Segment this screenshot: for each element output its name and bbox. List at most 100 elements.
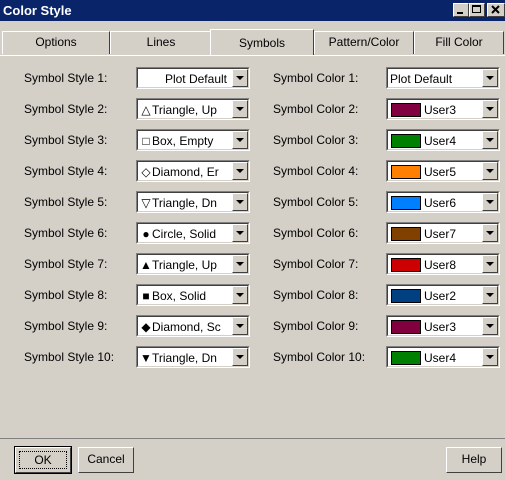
symbol-color-9-select[interactable]: User3 — [386, 315, 500, 337]
tab-lines[interactable]: Lines — [110, 31, 212, 54]
bottom-divider — [0, 438, 505, 439]
symbol-style-9-value: ◆Diamond, Sc — [140, 319, 230, 335]
symbol-color-4-dropdown-arrow-icon[interactable] — [482, 162, 498, 180]
cancel-button[interactable]: Cancel — [78, 447, 134, 473]
symbol-color-3-select[interactable]: User4 — [386, 129, 500, 151]
symbol-style-3-glyph-icon: □ — [142, 134, 150, 148]
symbol-color-10-label: Symbol Color 10: — [273, 350, 366, 364]
symbol-style-5-dropdown-arrow-icon[interactable] — [232, 193, 248, 211]
symbol-color-8-dropdown-arrow-icon[interactable] — [482, 286, 498, 304]
symbol-style-4-dropdown-arrow-icon[interactable] — [232, 162, 248, 180]
tab-symbols[interactable]: Symbols — [210, 29, 314, 55]
symbol-style-2-select[interactable]: △Triangle, Up — [136, 98, 250, 120]
close-button[interactable] — [487, 3, 505, 17]
symbol-style-1-value: Plot Default — [140, 71, 230, 87]
symbol-color-7-select[interactable]: User8 — [386, 253, 500, 275]
symbol-color-6-select[interactable]: User7 — [386, 222, 500, 244]
tab-fill-color[interactable]: Fill Color — [414, 31, 504, 54]
symbol-style-2-glyph-icon: △ — [141, 103, 151, 117]
symbol-style-4-select[interactable]: ◇Diamond, Er — [136, 160, 250, 182]
symbol-style-2-text: Triangle, Up — [152, 103, 217, 117]
symbol-color-8-label: Symbol Color 8: — [273, 288, 359, 302]
symbol-color-1-value: Plot Default — [390, 72, 453, 86]
symbol-color-3-swatch — [391, 134, 421, 148]
symbol-style-1-label: Symbol Style 1: — [24, 71, 108, 85]
symbol-style-10-label: Symbol Style 10: — [24, 350, 115, 364]
symbol-color-2-swatch — [391, 103, 421, 117]
maximize-button[interactable] — [469, 3, 485, 17]
symbol-color-8-select[interactable]: User2 — [386, 284, 500, 306]
tab-pattern-color[interactable]: Pattern/Color — [314, 31, 414, 54]
symbol-style-7-text: Triangle, Up — [152, 258, 217, 272]
symbol-style-8-label: Symbol Style 8: — [24, 288, 108, 302]
symbol-color-5-dropdown-arrow-icon[interactable] — [482, 193, 498, 211]
help-button[interactable]: Help — [446, 447, 502, 473]
symbol-style-3-select[interactable]: □ Box, Empty — [136, 129, 250, 151]
symbol-style-6-label: Symbol Style 6: — [24, 226, 108, 240]
symbol-style-5-text: Triangle, Dn — [152, 196, 217, 210]
tab-options[interactable]: Options — [2, 31, 110, 54]
symbol-color-9-dropdown-arrow-icon[interactable] — [482, 317, 498, 335]
symbol-style-10-glyph-icon: ▼ — [140, 351, 152, 365]
title-bar[interactable]: Color Style — [0, 0, 505, 21]
symbol-style-6-glyph-icon: ● — [142, 227, 150, 241]
symbol-style-9-select[interactable]: ◆Diamond, Sc — [136, 315, 250, 337]
symbol-color-10-dropdown-arrow-icon[interactable] — [482, 348, 498, 366]
symbol-style-4-glyph-icon: ◇ — [141, 165, 151, 179]
symbol-color-3-value: User4 — [424, 134, 457, 148]
symbol-style-5-value: ▽Triangle, Dn — [140, 195, 230, 211]
symbol-style-8-select[interactable]: ■ Box, Solid — [136, 284, 250, 306]
symbol-color-9-swatch — [391, 320, 421, 334]
symbol-color-5-swatch — [391, 196, 421, 210]
symbol-color-4-swatch — [391, 165, 421, 179]
symbol-color-5-value: User6 — [424, 196, 457, 210]
symbol-style-4-text: Diamond, Er — [152, 165, 219, 179]
symbol-style-6-select[interactable]: ● Circle, Solid — [136, 222, 250, 244]
symbol-style-4-value: ◇Diamond, Er — [140, 164, 230, 180]
symbol-style-8-value: ■ Box, Solid — [140, 288, 230, 304]
symbol-color-2-dropdown-arrow-icon[interactable] — [482, 100, 498, 118]
symbol-color-5-select[interactable]: User6 — [386, 191, 500, 213]
symbol-color-8-swatch — [391, 289, 421, 303]
symbol-color-2-select[interactable]: User3 — [386, 98, 500, 120]
symbol-color-8-value: User2 — [424, 289, 457, 303]
maximize-icon — [472, 5, 481, 13]
symbol-style-7-dropdown-arrow-icon[interactable] — [232, 255, 248, 273]
symbol-style-1-dropdown-arrow-icon[interactable] — [232, 69, 248, 87]
symbol-color-5-label: Symbol Color 5: — [273, 195, 359, 209]
symbol-color-6-value: User7 — [424, 227, 457, 241]
symbol-style-5-glyph-icon: ▽ — [141, 196, 151, 210]
symbol-color-4-select[interactable]: User5 — [386, 160, 500, 182]
symbol-color-4-label: Symbol Color 4: — [273, 164, 359, 178]
minimize-button[interactable] — [453, 3, 469, 17]
symbol-color-1-dropdown-arrow-icon[interactable] — [482, 69, 498, 87]
symbol-style-2-value: △Triangle, Up — [140, 102, 230, 118]
symbol-style-10-text: Triangle, Dn — [152, 351, 217, 365]
symbol-style-9-text: Diamond, Sc — [152, 320, 221, 334]
symbol-style-8-dropdown-arrow-icon[interactable] — [232, 286, 248, 304]
symbol-color-3-dropdown-arrow-icon[interactable] — [482, 131, 498, 149]
symbol-style-10-select[interactable]: ▼Triangle, Dn — [136, 346, 250, 368]
symbol-style-2-dropdown-arrow-icon[interactable] — [232, 100, 248, 118]
tab-strip: Options Lines Symbols Pattern/Color Fill… — [0, 29, 505, 55]
symbol-style-10-dropdown-arrow-icon[interactable] — [232, 348, 248, 366]
symbol-style-7-label: Symbol Style 7: — [24, 257, 108, 271]
symbol-color-10-select[interactable]: User4 — [386, 346, 500, 368]
ok-button-label: OK — [19, 451, 67, 469]
symbol-style-9-dropdown-arrow-icon[interactable] — [232, 317, 248, 335]
symbol-color-10-value: User4 — [424, 351, 457, 365]
ok-button[interactable]: OK — [14, 446, 72, 474]
symbol-color-6-dropdown-arrow-icon[interactable] — [482, 224, 498, 242]
symbol-style-1-select[interactable]: Plot Default — [136, 67, 250, 89]
symbol-color-1-select[interactable]: Plot Default — [386, 67, 500, 89]
symbol-style-5-label: Symbol Style 5: — [24, 195, 108, 209]
symbol-style-3-label: Symbol Style 3: — [24, 133, 108, 147]
symbol-style-3-dropdown-arrow-icon[interactable] — [232, 131, 248, 149]
symbol-style-7-select[interactable]: ▲Triangle, Up — [136, 253, 250, 275]
symbol-style-6-dropdown-arrow-icon[interactable] — [232, 224, 248, 242]
symbol-style-9-glyph-icon: ◆ — [141, 320, 151, 334]
symbol-style-5-select[interactable]: ▽Triangle, Dn — [136, 191, 250, 213]
symbol-style-8-text: Box, Solid — [152, 289, 207, 303]
symbol-color-7-value: User8 — [424, 258, 457, 272]
symbol-color-7-dropdown-arrow-icon[interactable] — [482, 255, 498, 273]
